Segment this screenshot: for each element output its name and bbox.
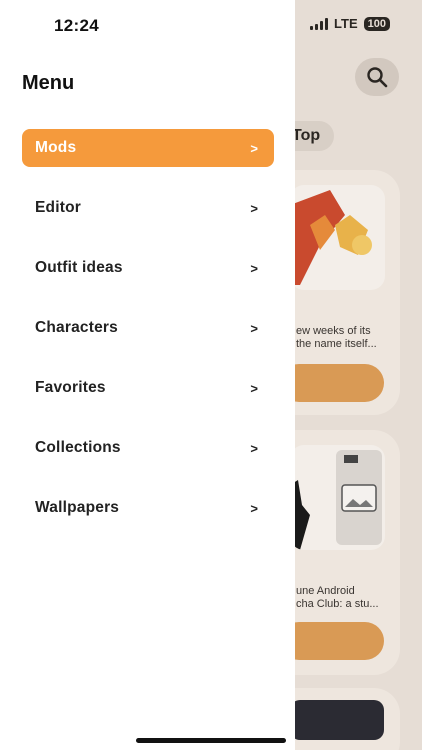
card-action-button[interactable]	[280, 364, 384, 402]
menu-item-mods[interactable]: Mods >	[22, 129, 274, 167]
menu-item-label: Collections	[35, 439, 121, 456]
home-indicator[interactable]	[136, 738, 286, 743]
status-bar-right: LTE 100	[310, 16, 390, 31]
network-label: LTE	[334, 16, 358, 31]
menu-item-editor[interactable]: Editor >	[22, 189, 274, 227]
menu-item-label: Editor	[35, 199, 81, 216]
chevron-right-icon: >	[250, 260, 258, 276]
card-thumbnail	[290, 700, 384, 740]
chevron-right-icon: >	[250, 500, 258, 516]
signal-icon	[310, 17, 329, 30]
card-description-line: cha Club: a stu...	[296, 598, 379, 610]
menu-item-label: Outfit ideas	[35, 259, 123, 276]
chevron-right-icon: >	[250, 380, 258, 396]
menu-item-favorites[interactable]: Favorites >	[22, 369, 274, 407]
search-icon	[367, 67, 388, 88]
menu-item-collections[interactable]: Collections >	[22, 429, 274, 467]
side-drawer: 12:24 Menu Mods > Editor > Outfit ideas …	[0, 0, 295, 750]
card-description-line: ew weeks of its	[296, 325, 371, 337]
menu-item-outfit-ideas[interactable]: Outfit ideas >	[22, 249, 274, 287]
search-button[interactable]	[355, 58, 399, 96]
menu-item-label: Mods	[35, 139, 77, 156]
chevron-right-icon: >	[250, 320, 258, 336]
chevron-right-icon: >	[250, 440, 258, 456]
menu-list: Mods > Editor > Outfit ideas > Character…	[22, 129, 274, 549]
status-time: 12:24	[54, 16, 99, 35]
menu-item-label: Characters	[35, 319, 118, 336]
menu-item-label: Wallpapers	[35, 499, 120, 516]
card-thumbnail	[290, 445, 385, 550]
card-action-button[interactable]	[280, 622, 384, 660]
chevron-right-icon: >	[250, 140, 258, 156]
menu-title: Menu	[22, 72, 75, 94]
chevron-right-icon: >	[250, 200, 258, 216]
card-description-line: une Android	[296, 585, 355, 597]
battery-icon: 100	[363, 16, 390, 31]
card-description-line: the name itself...	[296, 338, 377, 350]
menu-item-wallpapers[interactable]: Wallpapers >	[22, 489, 274, 527]
menu-item-characters[interactable]: Characters >	[22, 309, 274, 347]
card-thumbnail	[290, 185, 385, 290]
menu-item-label: Favorites	[35, 379, 106, 396]
